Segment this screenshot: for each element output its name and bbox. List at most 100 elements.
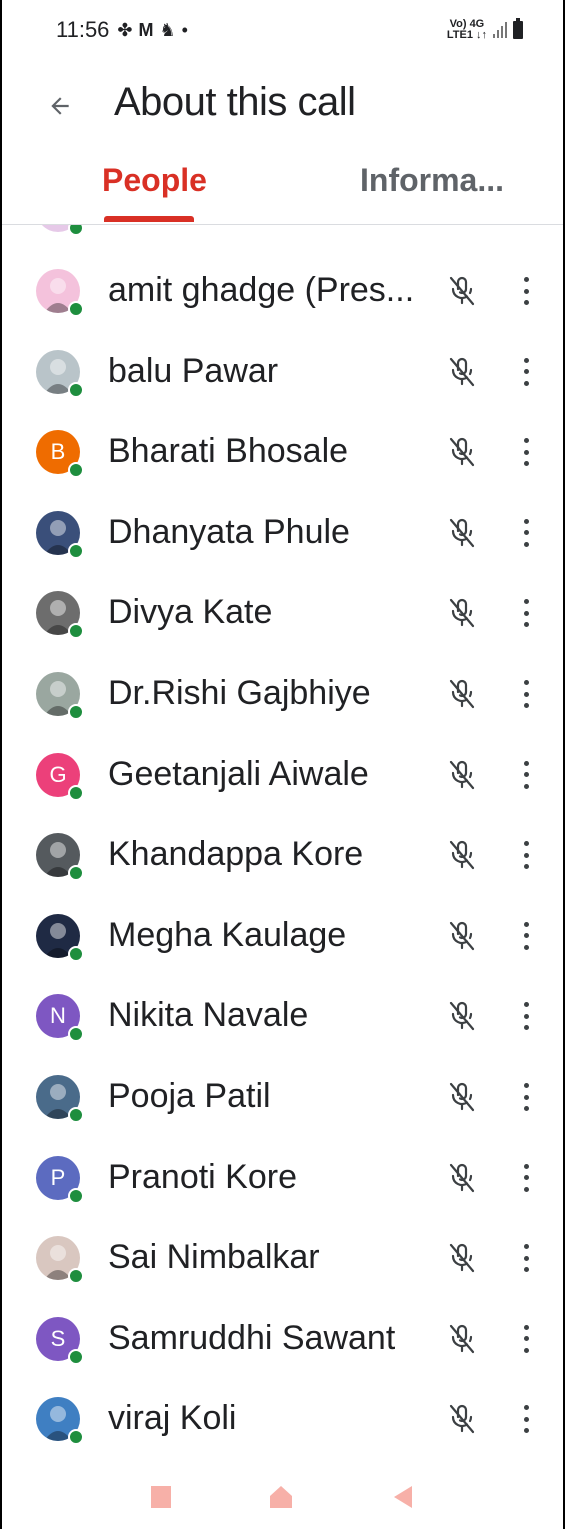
participant-row[interactable]: viraj Koli [2, 1379, 563, 1459]
tab-information[interactable]: Informa... [360, 162, 504, 199]
participant-row[interactable]: G Geetanjali Aiwale [2, 735, 563, 815]
presence-indicator [68, 784, 84, 801]
recent-apps-button[interactable] [150, 1486, 171, 1508]
mic-off-icon[interactable] [448, 597, 476, 629]
participant-name: Dhanyata Phule [108, 512, 350, 551]
more-options-icon[interactable] [514, 998, 538, 1034]
participant-row[interactable]: Sai Nimbalkar [2, 1218, 563, 1298]
participant-row[interactable]: S Samruddhi Sawant [2, 1299, 563, 1379]
more-options-icon[interactable] [514, 354, 538, 390]
more-options-icon[interactable] [514, 1321, 538, 1357]
mic-off-icon[interactable] [448, 1162, 476, 1194]
mic-off-icon[interactable] [448, 1323, 476, 1355]
more-options-icon[interactable] [514, 837, 538, 873]
back-button[interactable] [40, 86, 80, 126]
more-options-icon[interactable] [514, 595, 538, 631]
mic-off-icon[interactable] [448, 436, 476, 468]
status-dot: • [181, 19, 188, 40]
mic-off-icon[interactable] [448, 1081, 476, 1113]
navigation-bar [2, 1465, 563, 1529]
presence-indicator [68, 865, 84, 882]
participant-row[interactable]: Khandappa Kore [2, 815, 563, 895]
participant-row[interactable]: balu Pawar [2, 332, 563, 412]
network-indicator: Vo) 4G LTE1 ↓↑ [446, 18, 487, 41]
presence-indicator [68, 1187, 84, 1204]
signal-icon [493, 22, 507, 38]
photo-avatar [36, 269, 84, 317]
participant-row[interactable]: Dr.Rishi Gajbhiye [2, 654, 563, 734]
participant-name: viraj Koli [108, 1399, 237, 1438]
presence-indicator [68, 381, 84, 398]
presence-indicator [68, 1107, 84, 1123]
mic-off-icon[interactable] [448, 517, 476, 549]
tab-indicator [104, 216, 194, 222]
presence-indicator [68, 542, 84, 559]
mic-off-icon[interactable] [448, 678, 476, 710]
participant-name: Pranoti Kore [108, 1157, 297, 1196]
more-options-icon[interactable] [514, 434, 538, 470]
presence-indicator [68, 1026, 84, 1043]
more-options-icon[interactable] [514, 1240, 538, 1276]
participant-name: amit ghadge (Pres... [108, 271, 415, 309]
more-options-icon[interactable] [514, 1401, 538, 1437]
mic-off-icon[interactable] [448, 920, 476, 952]
participant-name: Geetanjali Aiwale [108, 754, 369, 793]
letter-avatar: B [36, 430, 84, 479]
participant-row[interactable]: Dhanyata Phule [2, 493, 563, 573]
more-options-icon[interactable] [514, 918, 538, 954]
home-button[interactable] [268, 1484, 294, 1510]
presence-indicator [68, 1348, 84, 1365]
mic-off-icon[interactable] [448, 839, 476, 871]
photo-avatar [36, 1397, 84, 1446]
presence-indicator [68, 1268, 84, 1285]
presence-indicator [68, 225, 84, 237]
participant-name: Sai Nimbalkar [108, 1238, 320, 1277]
avatar [36, 225, 84, 237]
participant-row-partial [2, 225, 563, 250]
participant-row[interactable]: N Nikita Navale [2, 976, 563, 1056]
participant-name: balu Pawar [108, 351, 279, 390]
back-nav-button[interactable] [392, 1484, 414, 1510]
status-time: 11:56 [56, 17, 110, 42]
battery-icon [513, 18, 523, 39]
tab-people[interactable]: People [102, 162, 207, 199]
participant-name: Divya Kate [108, 593, 273, 632]
mic-off-icon[interactable] [448, 275, 476, 307]
pinwheel-icon: ✤ [117, 19, 133, 40]
mic-off-icon[interactable] [448, 356, 476, 388]
page-title: About this call [114, 80, 356, 124]
mic-off-icon[interactable] [448, 1000, 476, 1032]
participant-name: Bharati Bhosale [108, 432, 349, 471]
more-options-icon[interactable] [514, 1160, 538, 1196]
participant-row[interactable]: B Bharati Bhosale [2, 412, 563, 492]
more-options-icon[interactable] [514, 273, 538, 309]
participant-row[interactable]: Megha Kaulage [2, 896, 563, 976]
status-bar: 11:56 ✤ M ♞ • Vo) 4G LTE1 ↓↑ [2, 0, 563, 60]
participant-row[interactable]: Divya Kate [2, 573, 563, 653]
participant-name: Pooja Patil [108, 1077, 271, 1115]
presence-indicator [68, 945, 84, 962]
participant-row[interactable]: P Pranoti Kore [2, 1138, 563, 1218]
participant-row[interactable]: Pooja Patil [2, 1057, 563, 1137]
photo-avatar [36, 591, 84, 640]
more-options-icon[interactable] [514, 1079, 538, 1115]
participant-name: Khandappa Kore [108, 835, 364, 874]
participant-name: Dr.Rishi Gajbhiye [108, 674, 371, 712]
photo-avatar [36, 913, 84, 962]
participant-row[interactable]: amit ghadge (Pres... [2, 251, 563, 331]
letter-avatar: S [36, 1316, 84, 1365]
mic-off-icon[interactable] [448, 1242, 476, 1274]
presence-indicator [68, 462, 84, 479]
presence-indicator [68, 1429, 84, 1446]
participant-list[interactable]: amit ghadge (Pres... balu Pawar B Bharati B… [2, 225, 563, 1460]
more-options-icon[interactable] [514, 515, 538, 551]
mic-off-icon[interactable] [448, 759, 476, 791]
photo-avatar [36, 349, 84, 398]
more-options-icon[interactable] [514, 676, 538, 712]
photo-avatar [36, 1236, 84, 1285]
presence-indicator [68, 301, 84, 317]
presence-indicator [68, 704, 84, 720]
participant-name: Nikita Navale [108, 996, 309, 1035]
more-options-icon[interactable] [514, 757, 538, 793]
mic-off-icon[interactable] [448, 1403, 476, 1435]
